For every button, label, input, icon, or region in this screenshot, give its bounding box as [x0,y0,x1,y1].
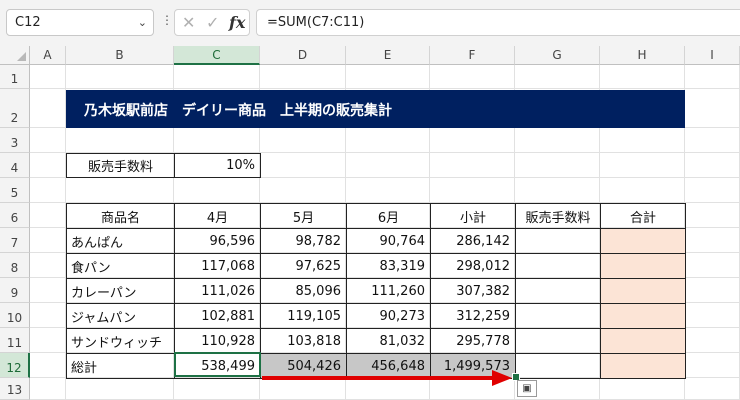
table-cell[interactable] [515,328,601,354]
table-cell[interactable]: 90,764 [346,228,431,254]
select-all-icon [17,52,26,61]
sheet-title: 乃木坂駅前店 デイリー商品 上半期の販売集計 [84,103,392,119]
table-cell[interactable]: 97,625 [260,253,347,279]
gridline-horizontal [30,88,740,89]
product-name-cell[interactable]: あんぱん [66,228,175,254]
row-header-11[interactable]: 11 [0,328,30,353]
row-header-5[interactable]: 5 [0,178,30,203]
row-header-1[interactable]: 1 [0,65,30,89]
column-header-i[interactable]: I [685,46,740,65]
total-cell[interactable] [515,353,601,379]
product-name-cell[interactable]: 食パン [66,253,175,279]
row-header-6[interactable]: 6 [0,203,30,228]
red-arrow-annotation [262,370,512,386]
table-cell[interactable] [600,253,686,279]
table-header-cell[interactable]: 6月 [346,203,431,229]
table-cell[interactable]: 102,881 [174,303,261,329]
column-header-e[interactable]: E [346,46,430,65]
table-cell[interactable]: 110,928 [174,328,261,354]
table-cell[interactable] [515,228,601,254]
table-cell[interactable]: 90,273 [346,303,431,329]
row-header-7[interactable]: 7 [0,228,30,253]
paste-options-icon[interactable]: ▣ [517,380,537,397]
product-name-cell[interactable]: カレーパン [66,278,175,304]
table-cell[interactable]: 111,026 [174,278,261,304]
table-cell[interactable] [600,278,686,304]
table-cell[interactable]: 312,259 [430,303,516,329]
table-header-cell[interactable]: 5月 [260,203,347,229]
total-label-cell[interactable]: 総計 [66,353,175,379]
fee-value-cell[interactable]: 10% [174,153,261,178]
table-cell[interactable]: 85,096 [260,278,347,304]
table-cell[interactable]: 119,105 [260,303,347,329]
row-header-4[interactable]: 4 [0,153,30,178]
total-cell[interactable] [600,353,686,379]
row-header-10[interactable]: 10 [0,303,30,328]
table-header-cell[interactable]: 合計 [600,203,686,229]
column-header-c[interactable]: C [174,46,260,65]
table-header-cell[interactable]: 販売手数料 [515,203,601,229]
table-cell[interactable] [515,253,601,279]
table-cell[interactable]: 298,012 [430,253,516,279]
table-cell[interactable]: 96,596 [174,228,261,254]
select-all-corner[interactable] [0,46,30,65]
table-cell[interactable]: 103,818 [260,328,347,354]
table-cell[interactable] [515,278,601,304]
product-name-cell[interactable]: サンドウィッチ [66,328,175,354]
table-cell[interactable] [515,303,601,329]
table-cell[interactable] [600,228,686,254]
row-header-2[interactable]: 2 [0,89,30,128]
row-header-12[interactable]: 12 [0,353,30,378]
column-header-f[interactable]: F [430,46,515,65]
column-header-b[interactable]: B [66,46,174,65]
active-cell-selection[interactable] [174,352,261,377]
row-header-8[interactable]: 8 [0,253,30,278]
table-cell[interactable]: 98,782 [260,228,347,254]
table-cell[interactable]: 81,032 [346,328,431,354]
table-header-cell[interactable]: 小計 [430,203,516,229]
row-header-13[interactable]: 13 [0,378,30,400]
table-cell[interactable] [600,303,686,329]
table-cell[interactable]: 83,319 [346,253,431,279]
fee-label-cell[interactable]: 販売手数料 [66,153,175,178]
table-cell[interactable]: 286,142 [430,228,516,254]
column-header-d[interactable]: D [260,46,346,65]
column-header-g[interactable]: G [515,46,600,65]
table-cell[interactable] [600,328,686,354]
product-name-cell[interactable]: ジャムパン [66,303,175,329]
title-banner: 乃木坂駅前店 デイリー商品 上半期の販売集計 [66,90,685,128]
table-cell[interactable]: 111,260 [346,278,431,304]
table-header-cell[interactable]: 4月 [174,203,261,229]
row-header-9[interactable]: 9 [0,278,30,303]
column-header-a[interactable]: A [30,46,66,65]
table-header-cell[interactable]: 商品名 [66,203,175,229]
table-cell[interactable]: 117,068 [174,253,261,279]
column-header-h[interactable]: H [600,46,685,65]
row-header-3[interactable]: 3 [0,128,30,153]
table-cell[interactable]: 295,778 [430,328,516,354]
table-cell[interactable]: 307,382 [430,278,516,304]
